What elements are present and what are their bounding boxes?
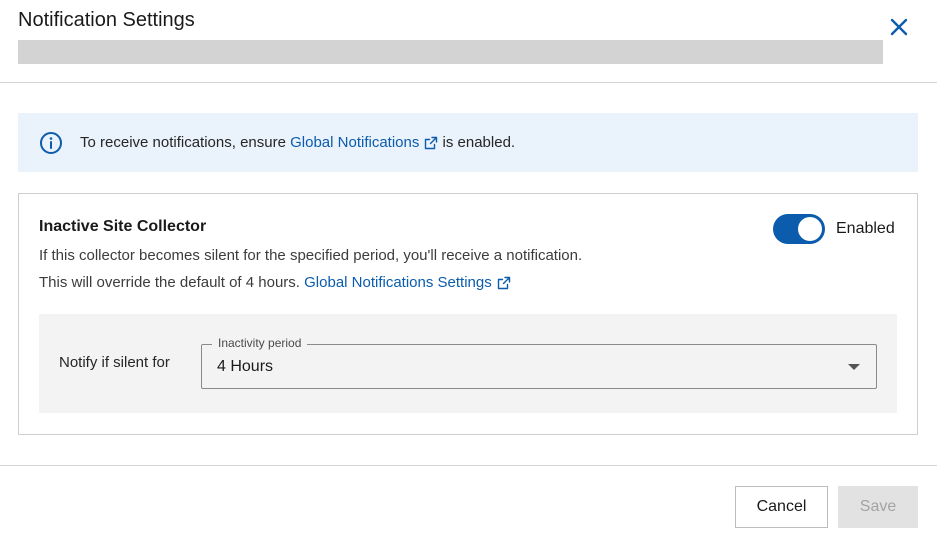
info-icon bbox=[39, 131, 63, 155]
notify-label: Notify if silent for bbox=[59, 354, 170, 371]
cancel-button[interactable]: Cancel bbox=[735, 486, 828, 528]
collector-card: Inactive Site Collector If this collecto… bbox=[18, 193, 918, 435]
external-link-icon bbox=[424, 136, 438, 150]
toggle-knob bbox=[798, 217, 822, 241]
close-icon bbox=[890, 18, 908, 36]
info-banner: To receive notifications, ensure Global … bbox=[18, 113, 918, 172]
enabled-toggle-group: Enabled bbox=[773, 214, 895, 244]
select-legend: Inactivity period bbox=[212, 336, 308, 350]
banner-text-before: To receive notifications, ensure bbox=[80, 134, 286, 151]
close-button[interactable] bbox=[886, 14, 912, 40]
external-link-icon bbox=[497, 276, 511, 290]
override-text: This will override the default of 4 hour… bbox=[39, 274, 300, 291]
select-value: 4 Hours bbox=[217, 358, 274, 375]
banner-text: To receive notifications, ensure Global … bbox=[80, 134, 515, 151]
global-notifications-settings-link[interactable]: Global Notifications Settings bbox=[304, 274, 511, 291]
header-divider bbox=[0, 82, 937, 83]
toggle-label: Enabled bbox=[836, 220, 895, 237]
banner-text-after: is enabled. bbox=[442, 134, 516, 151]
collector-description: If this collector becomes silent for the… bbox=[39, 247, 583, 264]
override-line: This will override the default of 4 hour… bbox=[39, 274, 511, 291]
collector-title: Inactive Site Collector bbox=[39, 218, 207, 235]
global-notifications-link[interactable]: Global Notifications bbox=[290, 134, 438, 151]
inactivity-period-select[interactable]: Inactivity period 4 Hours bbox=[201, 336, 877, 389]
save-button[interactable]: Save bbox=[838, 486, 918, 528]
global-notifications-link-label: Global Notifications bbox=[290, 134, 420, 151]
inactivity-panel: Notify if silent for Inactivity period 4… bbox=[39, 314, 897, 413]
settings-link-label: Global Notifications Settings bbox=[304, 274, 492, 291]
enabled-toggle[interactable] bbox=[773, 214, 825, 244]
chevron-down-icon bbox=[848, 364, 860, 370]
footer-divider bbox=[0, 465, 937, 466]
dialog-title: Notification Settings bbox=[18, 9, 195, 31]
subtitle-placeholder bbox=[18, 40, 883, 64]
